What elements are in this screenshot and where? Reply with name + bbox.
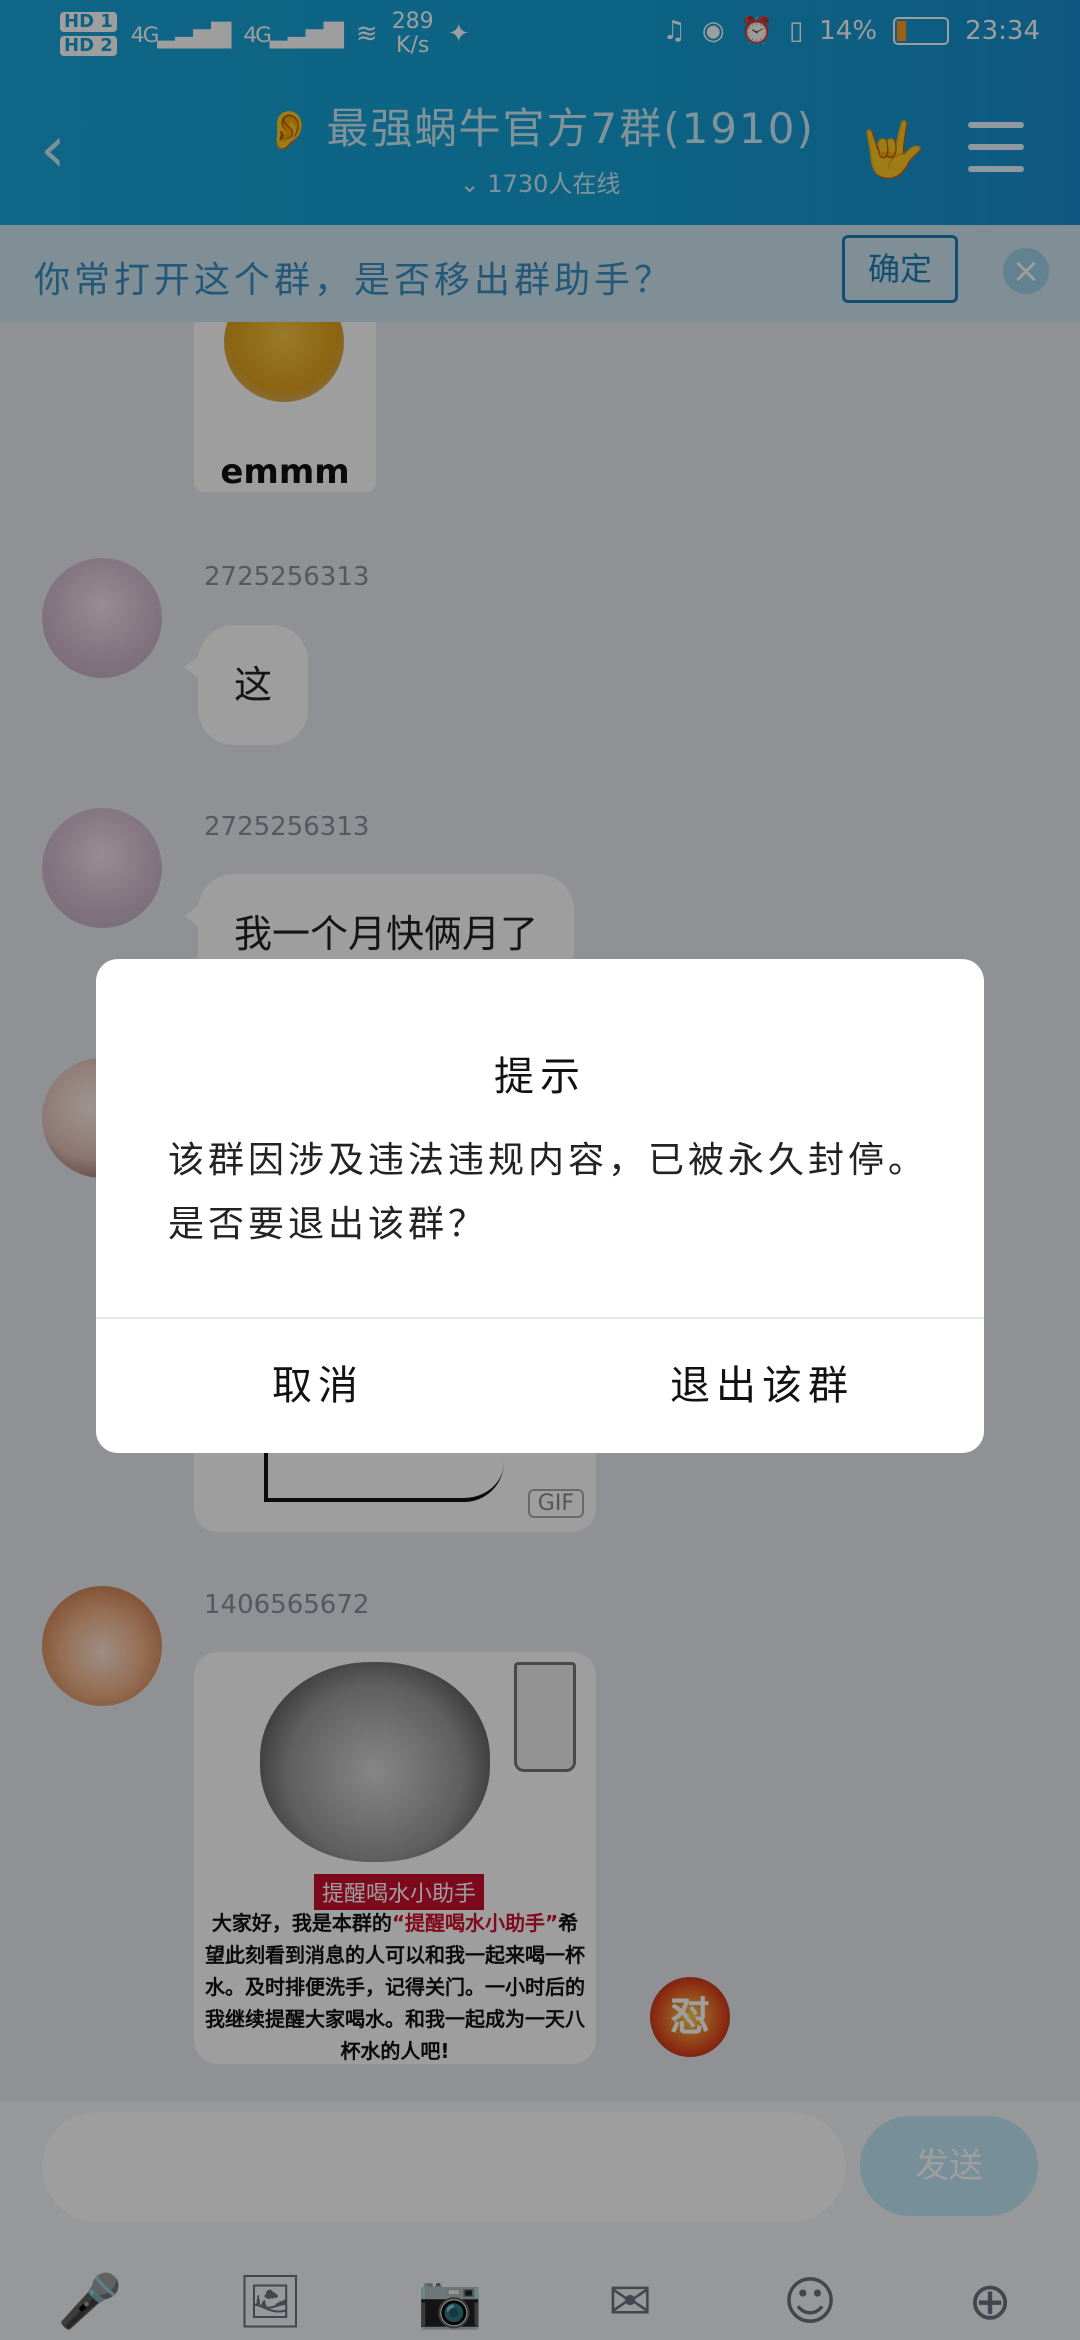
cancel-button[interactable]: 取消 <box>96 1319 540 1453</box>
alert-dialog: 提示 该群因涉及违法违规内容，已被永久封停。是否要退出该群？ 取消 退出该群 <box>96 959 984 1453</box>
dialog-title: 提示 <box>494 1054 586 1100</box>
exit-group-button[interactable]: 退出该群 <box>540 1319 984 1453</box>
dialog-message: 该群因涉及违法违规内容，已被永久封停。是否要退出该群？ <box>168 1140 929 1245</box>
